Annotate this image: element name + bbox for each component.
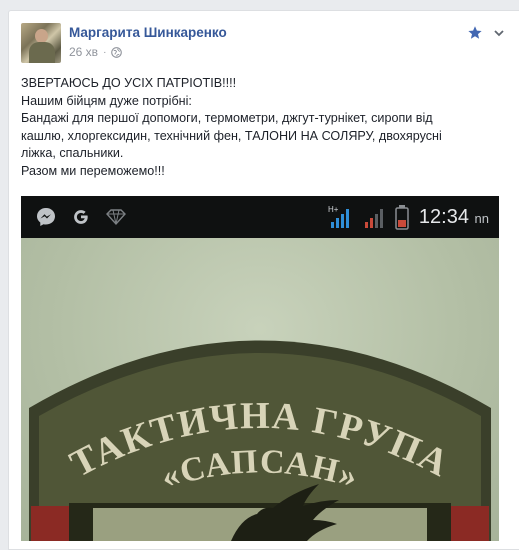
signal-icon [364, 209, 383, 228]
phone-statusbar: H+ 12:34 nn [21, 196, 499, 238]
post-image[interactable]: H+ 12:34 nn ТАКТИЧНА ГРУПА «САПСАН» [21, 196, 499, 541]
author-name[interactable]: Маргарита Шинкаренко [69, 25, 227, 40]
post-text-line: ЗВЕРТАЮСЬ ДО УСІХ ПАТРІОТІВ!!!! [21, 76, 237, 90]
avatar-body [29, 42, 55, 63]
post-meta: 26 хв · [69, 45, 123, 59]
post-text-line: ліжка, спальники. [21, 146, 124, 160]
globe-icon[interactable] [111, 46, 123, 58]
star-icon[interactable] [467, 25, 483, 41]
messenger-icon [37, 208, 55, 226]
post-time[interactable]: 26 хв [69, 45, 98, 59]
signal-icon: H+ [328, 205, 349, 228]
post-text-line: Разом ми переможемо!!! [21, 163, 165, 178]
post-text-line: Нашим бійцям дуже потрібні: [21, 93, 192, 108]
statusbar-clock: 12:34 nn [418, 205, 489, 228]
post-text-line: Бандажі для першої допомоги, термометри,… [21, 111, 433, 125]
diamond-icon [106, 209, 126, 226]
post-text: ЗВЕРТАЮСЬ ДО УСІХ ПАТРІОТІВ!!!! Нашим бі… [21, 75, 499, 180]
meta-separator: · [103, 46, 107, 58]
chevron-down-icon[interactable] [493, 27, 505, 39]
post-card: Маргарита Шинкаренко 26 хв · ЗВЕРТАЮСЬ Д… [8, 10, 519, 550]
battery-icon [395, 205, 409, 230]
avatar[interactable] [21, 23, 61, 63]
avatar-head [35, 29, 48, 43]
google-icon [74, 210, 88, 224]
phone-screen: ТАКТИЧНА ГРУПА «САПСАН» [21, 238, 499, 541]
post-text-line: кашлю, хлоргексидин, технічний фен, ТАЛО… [21, 128, 442, 143]
network-type-label: H+ [328, 205, 339, 214]
unit-patch: ТАКТИЧНА ГРУПА «САПСАН» [29, 340, 491, 541]
